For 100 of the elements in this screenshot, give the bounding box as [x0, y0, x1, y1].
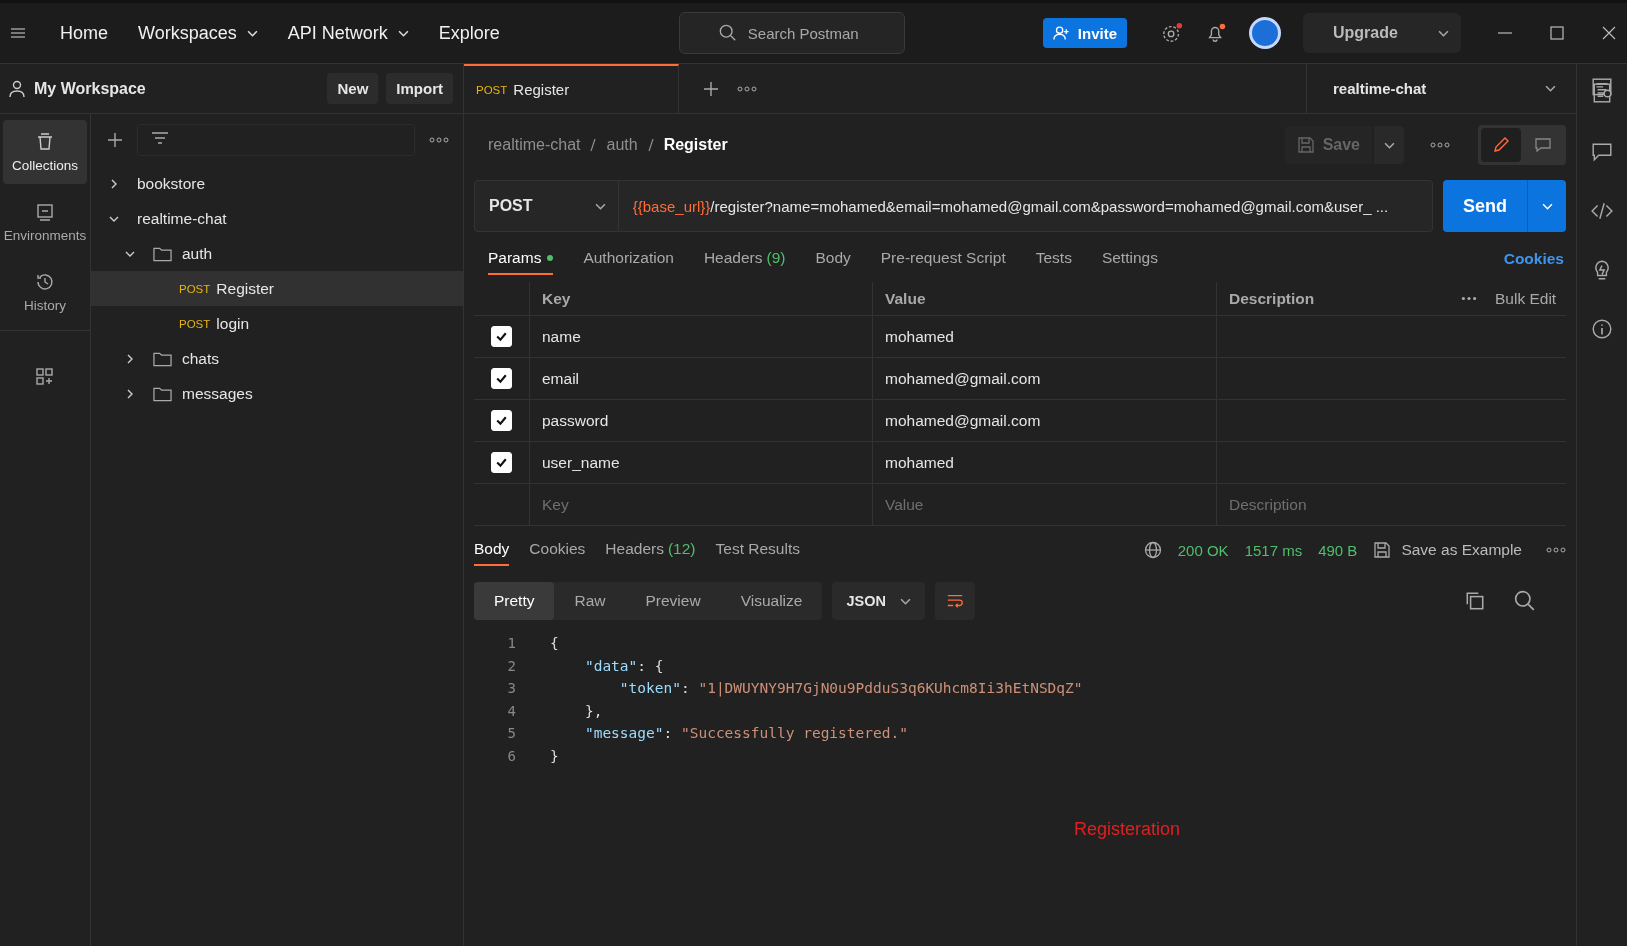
- workspace-button[interactable]: New: [327, 73, 379, 104]
- sidebar-tab[interactable]: History: [3, 260, 87, 324]
- tree-item[interactable]: POST Register: [91, 271, 463, 306]
- avatar[interactable]: [1249, 17, 1281, 49]
- view-mode-tab[interactable]: Preview: [625, 582, 721, 620]
- line-number: 2: [506, 657, 516, 674]
- param-key[interactable]: user_name: [530, 442, 873, 483]
- chevron-icon[interactable]: [109, 178, 119, 189]
- line-number: 3: [506, 680, 516, 697]
- view-mode-tab[interactable]: Pretty: [474, 582, 555, 620]
- param-value[interactable]: mohamed: [873, 316, 1217, 357]
- chevron-icon[interactable]: [125, 388, 135, 399]
- tree-item[interactable]: messages: [91, 376, 463, 411]
- save-as-example-button[interactable]: Save as Example: [1373, 541, 1522, 559]
- code-icon[interactable]: [1591, 200, 1613, 222]
- code-line: "token": "1|DWUYNY9H7GjN0u9PdduS3q6KUhcm8Ii3hEtNSDqZ": [618, 680, 1083, 697]
- search-field[interactable]: Search Postman: [678, 12, 905, 54]
- tree-item[interactable]: chats: [91, 341, 463, 376]
- method-label: POST: [179, 317, 211, 330]
- method-dropdown[interactable]: POST: [474, 180, 619, 232]
- request-section-tab[interactable]: Settings: [1101, 243, 1158, 275]
- method-label: POST: [179, 282, 211, 295]
- breadcrumb-item[interactable]: realtime-chat: [488, 136, 581, 154]
- request-section-tab[interactable]: Tests: [1035, 243, 1072, 275]
- status-code[interactable]: 200 OK: [1177, 541, 1229, 559]
- tree-item[interactable]: auth: [91, 236, 463, 271]
- cookies-link[interactable]: Cookies: [1503, 250, 1564, 268]
- line-number: 4: [506, 702, 516, 719]
- folder-icon: [153, 385, 172, 402]
- bulk-edit-link[interactable]: Bulk Edit: [1495, 289, 1557, 308]
- request-section-tab[interactable]: Params: [488, 243, 554, 275]
- close-icon[interactable]: [1601, 25, 1617, 41]
- request-section-tab[interactable]: Pre-request Script: [880, 243, 1006, 275]
- value-field[interactable]: Value: [873, 484, 1217, 525]
- response-tab[interactable]: Test Results: [715, 534, 800, 566]
- breadcrumb-item[interactable]: auth: [606, 136, 638, 154]
- edit-mode-button[interactable]: [1481, 128, 1521, 162]
- view-mode-tab[interactable]: Raw: [554, 582, 626, 620]
- save-icon: [1373, 541, 1392, 559]
- request-section-tab[interactable]: Body: [815, 243, 851, 275]
- sidebar-tab[interactable]: Collections: [3, 120, 87, 184]
- nav-menu[interactable]: Explore: [434, 22, 504, 44]
- more-icon[interactable]: [1546, 547, 1566, 553]
- method-label: POST: [476, 83, 508, 96]
- more-icon[interactable]: [1461, 296, 1477, 301]
- workspace-button[interactable]: Import: [386, 73, 453, 104]
- checkbox[interactable]: [491, 452, 512, 473]
- more-icon[interactable]: [1430, 142, 1450, 148]
- document-icon[interactable]: [1591, 82, 1613, 104]
- param-value[interactable]: mohamed@gmail.com: [873, 400, 1217, 441]
- response-tab[interactable]: Body: [474, 534, 510, 566]
- add-icon[interactable]: [107, 132, 123, 148]
- upgrade-button[interactable]: Upgrade: [1303, 13, 1461, 53]
- request-tab[interactable]: POST Register: [464, 64, 679, 113]
- param-value[interactable]: mohamed@gmail.com: [873, 358, 1217, 399]
- send-button[interactable]: Send: [1443, 180, 1527, 232]
- folder-icon: [153, 350, 172, 367]
- filter-field[interactable]: [137, 124, 415, 156]
- param-key[interactable]: password: [530, 400, 873, 441]
- format-dropdown[interactable]: JSON: [832, 582, 925, 620]
- response-tab[interactable]: Cookies: [529, 534, 586, 566]
- comment-icon[interactable]: [1591, 141, 1613, 163]
- tree-item[interactable]: realtime-chat: [91, 201, 463, 236]
- more-icon[interactable]: [429, 137, 449, 143]
- wrap-lines-button[interactable]: [934, 582, 975, 620]
- menu-icon[interactable]: [10, 27, 26, 39]
- search-icon[interactable]: [1514, 590, 1536, 612]
- response-time[interactable]: 1517 ms: [1244, 541, 1303, 559]
- param-key[interactable]: name: [530, 316, 873, 357]
- nav-menu[interactable]: API Network: [283, 22, 413, 44]
- filter-icon[interactable]: [151, 131, 169, 145]
- tree-item[interactable]: bookstore: [91, 166, 463, 201]
- tree-item[interactable]: POST login: [91, 306, 463, 341]
- request-section-tab[interactable]: Headers (9): [703, 243, 786, 275]
- globe-icon[interactable]: [1143, 541, 1162, 559]
- checkbox[interactable]: [491, 326, 512, 347]
- add-icon[interactable]: [703, 80, 719, 97]
- more-icon[interactable]: [737, 85, 757, 92]
- copy-icon[interactable]: [1464, 590, 1486, 612]
- invite-button[interactable]: Invite: [1042, 18, 1127, 48]
- nav-menu[interactable]: Workspaces: [134, 22, 262, 44]
- environment-dropdown[interactable]: realtime-chat: [1306, 64, 1576, 113]
- request-section-tab[interactable]: Authorization: [583, 243, 674, 275]
- maximize-icon[interactable]: [1549, 25, 1565, 41]
- checkbox[interactable]: [491, 410, 512, 431]
- environment-quick-look-icon[interactable]: [1591, 77, 1613, 99]
- settings-icon[interactable]: [1161, 22, 1183, 44]
- chevron-icon[interactable]: [125, 353, 135, 364]
- info-icon[interactable]: [1591, 318, 1613, 340]
- response-size[interactable]: 490 B: [1318, 541, 1358, 559]
- checkbox[interactable]: [491, 368, 512, 389]
- description-field[interactable]: Description: [1217, 484, 1566, 525]
- response-tab[interactable]: Headers (12): [605, 534, 696, 566]
- param-key[interactable]: email: [530, 358, 873, 399]
- view-mode-tab[interactable]: Visualize: [720, 582, 823, 620]
- url-field[interactable]: {{base_url}}/register?name=mohamed&email=mohamed@gmail.com&password=mohamed@gmail.com&user_ ...: [618, 180, 1433, 232]
- param-value[interactable]: mohamed: [873, 442, 1217, 483]
- key-field[interactable]: Key: [530, 484, 873, 525]
- nav-menu[interactable]: Home: [56, 22, 112, 44]
- sidebar-tab[interactable]: Environments: [3, 190, 87, 254]
